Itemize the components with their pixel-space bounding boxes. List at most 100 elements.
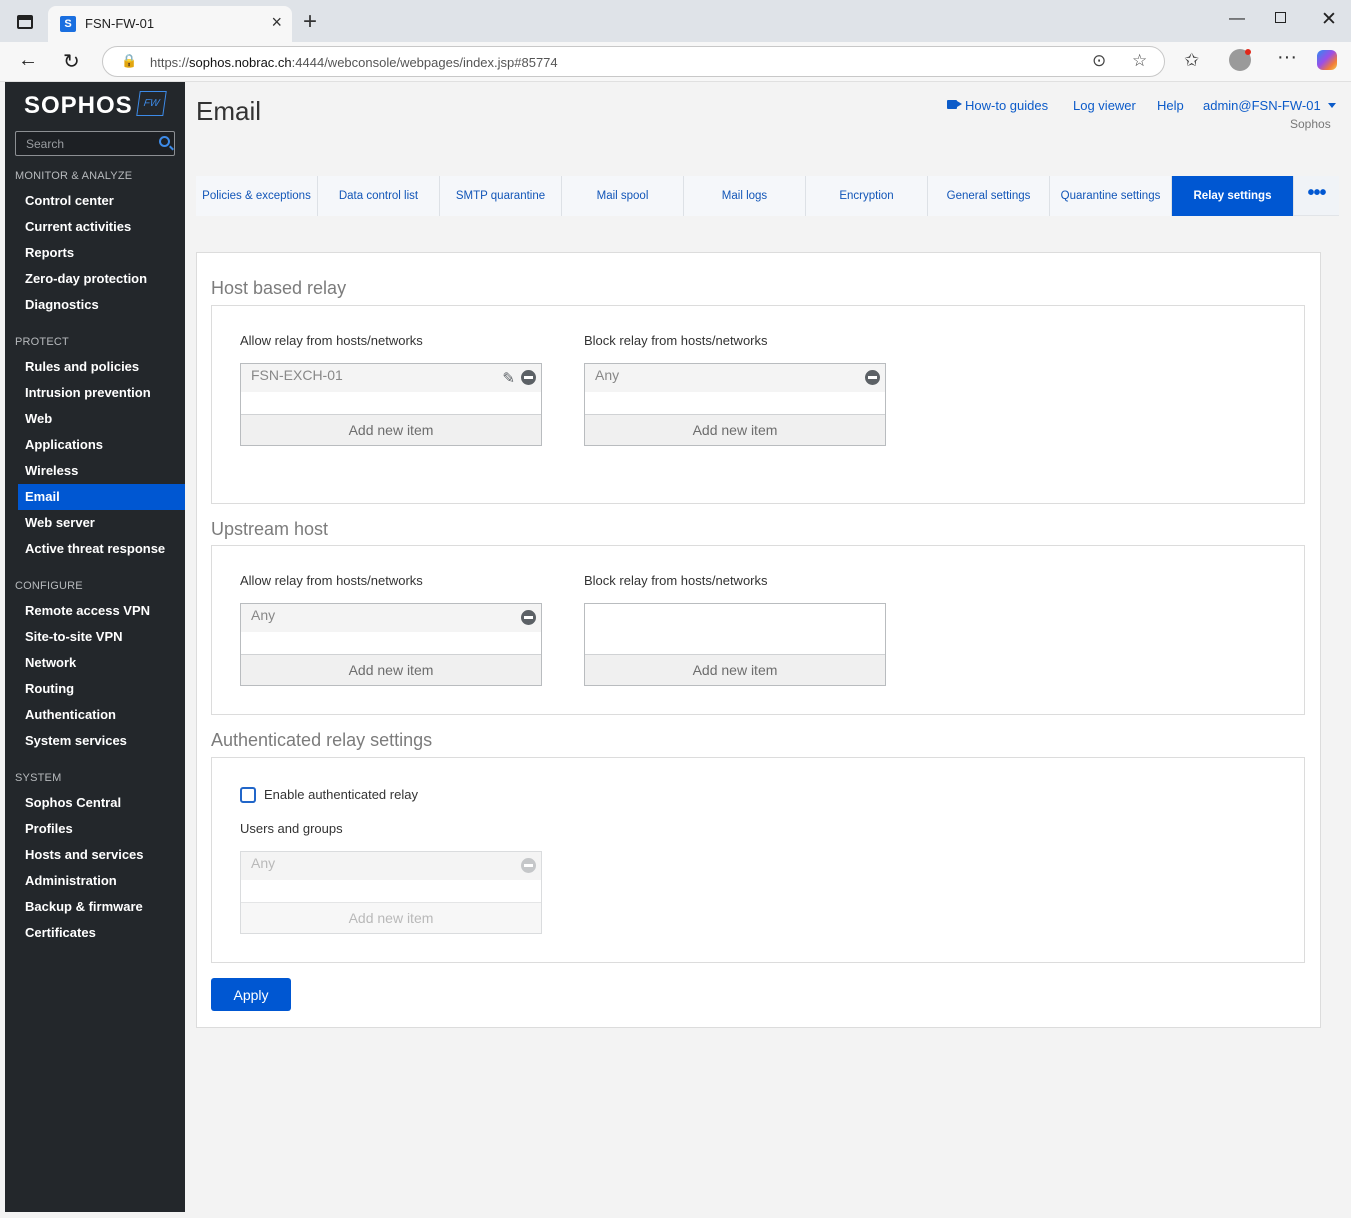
sidebar-item-web-server[interactable]: Web server: [18, 510, 185, 536]
sidebar-item-sophos-central[interactable]: Sophos Central: [18, 790, 185, 816]
more-menu-icon[interactable]: ···: [1277, 46, 1297, 69]
tab-quarantine-settings[interactable]: Quarantine settings: [1050, 176, 1172, 216]
refresh-icon[interactable]: ↻: [63, 49, 80, 74]
users-groups-label: Users and groups: [240, 821, 343, 836]
sidebar-item-email[interactable]: Email: [18, 484, 185, 510]
upstream-allow-label: Allow relay from hosts/networks: [240, 573, 423, 588]
enable-auth-relay-label[interactable]: Enable authenticated relay: [264, 787, 418, 802]
list-item-label: FSN-EXCH-01: [251, 367, 343, 383]
sidebar-item-rules-and-policies[interactable]: Rules and policies: [18, 354, 185, 380]
sidebar-item-profiles[interactable]: Profiles: [18, 816, 185, 842]
add-new-item-button: Add new item: [241, 902, 541, 933]
favorites-icon[interactable]: ✩: [1184, 50, 1199, 71]
notification-dot-icon: [1245, 49, 1251, 55]
copilot-icon[interactable]: [1317, 50, 1337, 70]
close-tab-icon[interactable]: ×: [271, 12, 282, 33]
tab-actions-icon[interactable]: [17, 15, 33, 29]
list-item: Any: [585, 364, 885, 392]
sidebar-section-title: CONFIGURE: [15, 580, 83, 592]
caret-down-icon[interactable]: [1328, 103, 1336, 108]
video-camera-icon: [947, 100, 962, 109]
sidebar-item-remote-access-vpn[interactable]: Remote access VPN: [18, 598, 185, 624]
sidebar-item-reports[interactable]: Reports: [18, 240, 185, 266]
browser-toolbar: ← ↻ 🔒 https://sophos.nobrac.ch:4444/webc…: [0, 42, 1351, 82]
maximize-icon[interactable]: [1275, 12, 1286, 23]
upstream-title: Upstream host: [211, 519, 329, 539]
sidebar-item-authentication[interactable]: Authentication: [18, 702, 185, 728]
sidebar-item-intrusion-prevention[interactable]: Intrusion prevention: [18, 380, 185, 406]
host-relay-title: Host based relay: [211, 278, 347, 298]
sidebar-item-web[interactable]: Web: [18, 406, 185, 432]
sidebar-item-diagnostics[interactable]: Diagnostics: [18, 292, 185, 318]
remove-icon[interactable]: [865, 370, 880, 385]
tab-relay-settings[interactable]: Relay settings: [1172, 176, 1294, 216]
sidebar-item-routing[interactable]: Routing: [18, 676, 185, 702]
sidebar-item-site-to-site-vpn[interactable]: Site-to-site VPN: [18, 624, 185, 650]
sidebar-item-system-services[interactable]: System services: [18, 728, 185, 754]
apply-button[interactable]: Apply: [211, 978, 291, 1011]
enable-auth-relay-checkbox[interactable]: [240, 787, 256, 803]
tab-data-control-list[interactable]: Data control list: [318, 176, 440, 216]
add-new-item-button[interactable]: Add new item: [241, 414, 541, 445]
tab-general-settings[interactable]: General settings: [928, 176, 1050, 216]
user-subtitle: Sophos: [1290, 117, 1331, 131]
sidebar-item-administration[interactable]: Administration: [18, 868, 185, 894]
sidebar-item-hosts-and-services[interactable]: Hosts and services: [18, 842, 185, 868]
fw-badge: FW: [136, 91, 167, 116]
back-icon[interactable]: ←: [18, 49, 38, 72]
auth-relay-title: Authenticated relay settings: [211, 730, 433, 750]
browser-tab-title: FSN-FW-01: [85, 16, 155, 31]
add-new-item-button[interactable]: Add new item: [585, 414, 885, 445]
remove-icon[interactable]: [521, 610, 536, 625]
host-allow-list: FSN-EXCH-01 ✎ Add new item: [240, 363, 542, 446]
tab-policies-exceptions[interactable]: Policies & exceptions: [196, 176, 318, 216]
sidebar-section-title: MONITOR & ANALYZE: [15, 170, 133, 182]
sidebar-item-zero-day-protection[interactable]: Zero-day protection: [18, 266, 185, 292]
host-block-label: Block relay from hosts/networks: [584, 333, 768, 348]
upstream-block-list: Add new item: [584, 603, 886, 686]
log-viewer-link[interactable]: Log viewer: [1073, 98, 1136, 113]
tab-mail-logs[interactable]: Mail logs: [684, 176, 806, 216]
sophos-logo: SOPHOS: [24, 92, 133, 119]
how-to-guides-link[interactable]: How-to guides: [965, 98, 1048, 113]
address-bar[interactable]: 🔒 https://sophos.nobrac.ch:4444/webconso…: [102, 46, 1165, 77]
sidebar-item-wireless[interactable]: Wireless: [18, 458, 185, 484]
browser-tabstrip: S FSN-FW-01 × + — ✕: [0, 0, 1351, 42]
tab-smtp-quarantine[interactable]: SMTP quarantine: [440, 176, 562, 216]
sidebar-search-input[interactable]: [16, 132, 146, 155]
new-tab-icon[interactable]: +: [303, 8, 317, 36]
add-new-item-button[interactable]: Add new item: [585, 654, 885, 685]
tab-mail-spool[interactable]: Mail spool: [562, 176, 684, 216]
add-new-item-button[interactable]: Add new item: [241, 654, 541, 685]
favorite-star-icon[interactable]: ☆: [1132, 51, 1147, 71]
browser-tab[interactable]: S FSN-FW-01 ×: [48, 6, 292, 42]
tab-encryption[interactable]: Encryption: [806, 176, 928, 216]
close-window-icon[interactable]: ✕: [1321, 8, 1337, 31]
upstream-block-label: Block relay from hosts/networks: [584, 573, 768, 588]
sidebar-item-current-activities[interactable]: Current activities: [18, 214, 185, 240]
more-tabs-icon[interactable]: •••: [1294, 176, 1339, 216]
read-aloud-icon[interactable]: ⊙: [1092, 51, 1106, 71]
users-groups-list: Any Add new item: [240, 851, 542, 934]
minimize-icon[interactable]: —: [1229, 10, 1245, 28]
sidebar: SOPHOS FW MONITOR & ANALYZE Control cente…: [5, 82, 185, 1212]
search-icon[interactable]: [159, 136, 170, 147]
sidebar-item-certificates[interactable]: Certificates: [18, 920, 185, 946]
lock-icon[interactable]: 🔒: [121, 53, 137, 69]
sidebar-item-applications[interactable]: Applications: [18, 432, 185, 458]
upstream-allow-list: Any Add new item: [240, 603, 542, 686]
sidebar-item-network[interactable]: Network: [18, 650, 185, 676]
sidebar-search: [15, 131, 175, 156]
sidebar-item-control-center[interactable]: Control center: [18, 188, 185, 214]
url-text[interactable]: https://sophos.nobrac.ch:4444/webconsole…: [150, 55, 558, 70]
sidebar-item-active-threat-response[interactable]: Active threat response: [18, 536, 185, 562]
remove-icon: [521, 858, 536, 873]
edit-pencil-icon[interactable]: ✎: [502, 369, 515, 387]
help-link[interactable]: Help: [1157, 98, 1184, 113]
feature-tabs: Policies & exceptions Data control list …: [196, 176, 1339, 216]
remove-icon[interactable]: [521, 370, 536, 385]
user-menu[interactable]: admin@FSN-FW-01: [1203, 98, 1321, 113]
list-item: Any: [241, 852, 541, 880]
sidebar-item-backup-firmware[interactable]: Backup & firmware: [18, 894, 185, 920]
sidebar-section-title: PROTECT: [15, 336, 69, 348]
